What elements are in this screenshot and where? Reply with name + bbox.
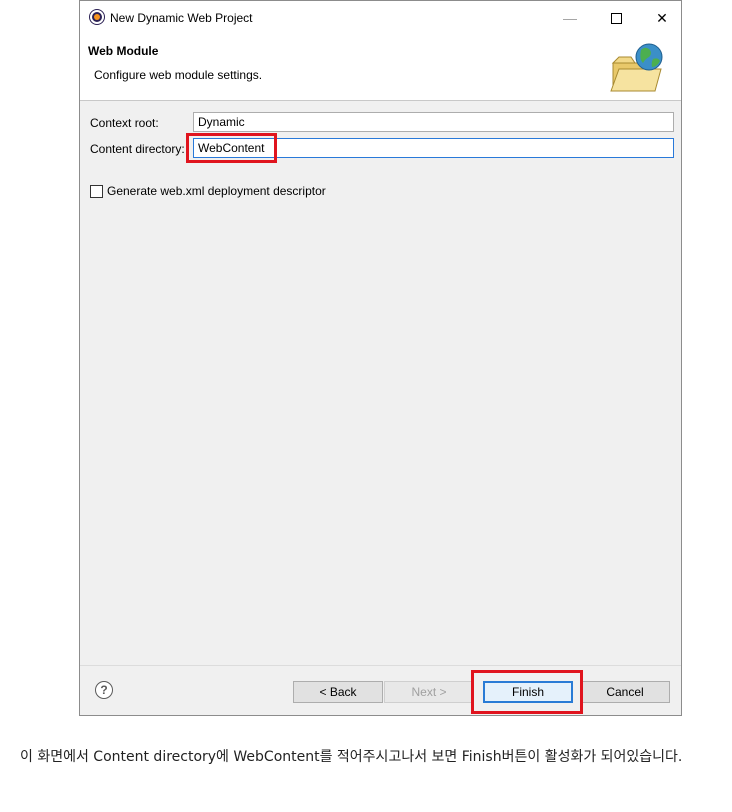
page-title: Web Module (88, 44, 159, 58)
close-button[interactable]: ✕ (639, 1, 685, 35)
generate-web-xml-checkbox[interactable] (90, 184, 103, 198)
window-title: New Dynamic Web Project (110, 11, 253, 25)
generate-web-xml-option[interactable]: Generate web.xml deployment descriptor (90, 184, 326, 198)
caption-text: 이 화면에서 Content directory에 WebContent를 적어… (20, 749, 683, 765)
title-bar[interactable]: New Dynamic Web Project — ✕ (80, 1, 681, 35)
back-button[interactable]: < Back (293, 681, 383, 703)
context-root-input[interactable] (193, 112, 674, 132)
cancel-button[interactable]: Cancel (580, 681, 670, 703)
page-description: Configure web module settings. (94, 68, 263, 82)
finish-button-highlight (471, 670, 583, 714)
maximize-icon (610, 12, 622, 24)
new-dynamic-web-project-dialog: New Dynamic Web Project — ✕ Web Module C… (79, 0, 682, 716)
generate-web-xml-label: Generate web.xml deployment descriptor (107, 184, 326, 198)
minimize-icon: — (563, 10, 577, 26)
next-button[interactable]: Next > (384, 681, 474, 703)
eclipse-icon (90, 10, 104, 24)
wizard-header: Web Module Configure web module settings… (80, 35, 681, 101)
context-root-label: Context root: (90, 116, 159, 130)
minimize-button[interactable]: — (547, 1, 593, 35)
content-directory-label: Content directory: (90, 142, 185, 156)
help-icon[interactable]: ? (95, 681, 113, 699)
maximize-button[interactable] (593, 1, 639, 35)
folder-globe-icon (610, 43, 663, 92)
footer-divider (80, 665, 681, 666)
close-icon: ✕ (656, 9, 668, 26)
content-directory-highlight (186, 133, 277, 163)
